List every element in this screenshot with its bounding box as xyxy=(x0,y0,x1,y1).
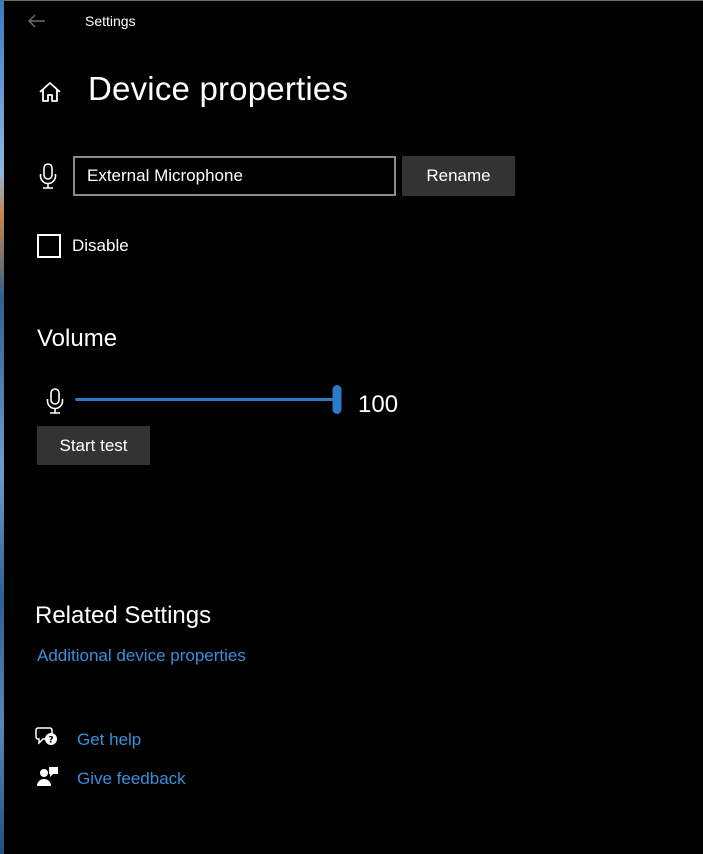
window-title: Settings xyxy=(85,13,136,29)
rename-button[interactable]: Rename xyxy=(402,156,515,196)
get-help-link[interactable]: Get help xyxy=(77,730,141,750)
window-top-border xyxy=(0,0,703,1)
disable-label: Disable xyxy=(72,236,129,255)
volume-slider-thumb[interactable] xyxy=(332,385,342,414)
help-chat-icon: ? xyxy=(35,726,59,753)
home-button[interactable] xyxy=(36,78,64,106)
volume-value: 100 xyxy=(358,391,399,418)
additional-device-properties-link[interactable]: Additional device properties xyxy=(37,646,246,666)
disable-checkbox[interactable] xyxy=(37,234,61,258)
back-button[interactable] xyxy=(24,8,50,34)
microphone-icon xyxy=(38,162,58,195)
volume-heading: Volume xyxy=(37,325,118,352)
microphone-icon xyxy=(45,387,65,420)
device-name-input[interactable] xyxy=(73,156,396,196)
volume-slider[interactable] xyxy=(75,385,342,415)
start-test-button[interactable]: Start test xyxy=(37,426,150,465)
volume-slider-track xyxy=(75,398,337,401)
feedback-icon xyxy=(37,766,59,793)
give-feedback-link[interactable]: Give feedback xyxy=(77,769,186,789)
svg-text:?: ? xyxy=(48,736,53,746)
page-title: Device properties xyxy=(88,70,349,107)
related-settings-heading: Related Settings xyxy=(35,602,212,629)
desktop-wallpaper-edge xyxy=(0,0,4,854)
home-icon xyxy=(39,82,61,102)
back-arrow-icon xyxy=(28,14,45,28)
